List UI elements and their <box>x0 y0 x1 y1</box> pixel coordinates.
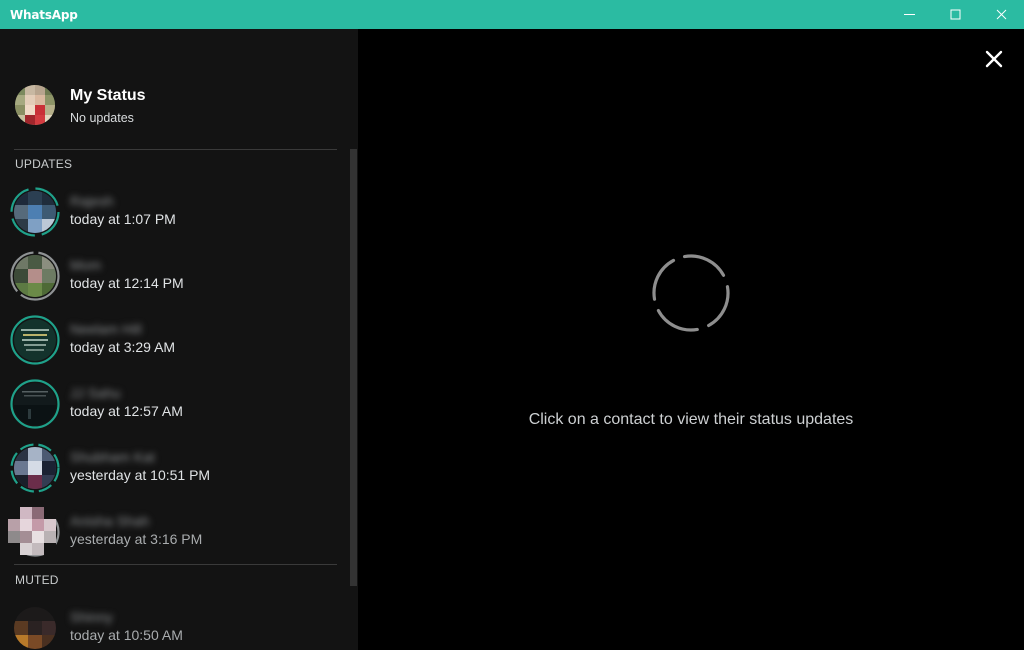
close-window-button[interactable] <box>978 0 1024 29</box>
contact-avatar <box>14 319 56 361</box>
status-time: today at 12:57 AM <box>70 403 183 419</box>
contact-avatar <box>14 447 56 489</box>
loading-spinner-icon <box>652 254 730 332</box>
contact-avatar <box>8 507 56 555</box>
contact-avatar <box>14 607 56 649</box>
contact-avatar <box>14 191 56 233</box>
sidebar-scrollbar[interactable] <box>350 149 357 586</box>
divider <box>14 564 337 565</box>
contact-name: Mom <box>70 257 102 273</box>
minimize-button[interactable] <box>886 0 932 29</box>
status-item-0[interactable]: Rajesh today at 1:07 PM <box>0 183 345 247</box>
status-time: yesterday at 10:51 PM <box>70 467 211 483</box>
status-viewer-pane: Click on a contact to view their status … <box>358 29 1024 650</box>
title-bar: WhatsApp <box>0 0 1024 29</box>
muted-status-item-0[interactable]: Shinny today at 10:50 AM <box>0 599 345 650</box>
maximize-icon <box>950 9 960 20</box>
close-icon[interactable] <box>984 49 1004 69</box>
contact-name: Shinny <box>70 609 113 625</box>
divider <box>14 149 337 150</box>
status-time: today at 3:29 AM <box>70 339 176 355</box>
empty-state-hint: Click on a contact to view their status … <box>528 411 854 428</box>
contact-avatar <box>14 383 56 425</box>
section-label-updates: UPDATES <box>15 157 73 171</box>
status-item-2[interactable]: Neelam Hill today at 3:29 AM <box>0 311 345 375</box>
status-item-5[interactable]: Anisha Shah yesterday at 3:16 PM <box>0 503 345 567</box>
my-status-subtitle: No updates <box>70 111 134 125</box>
status-time: today at 1:07 PM <box>70 211 176 227</box>
contact-name: Rajesh <box>70 193 114 209</box>
contact-name: JJ Sahu <box>70 385 121 401</box>
maximize-button[interactable] <box>932 0 978 29</box>
contact-name: Shubham Kat <box>70 449 155 465</box>
my-status-title: My Status <box>70 87 146 104</box>
minimize-icon <box>903 14 915 15</box>
status-time: yesterday at 3:16 PM <box>70 531 203 547</box>
my-status-avatar <box>15 85 55 125</box>
status-item-4[interactable]: Shubham Kat yesterday at 10:51 PM <box>0 439 345 503</box>
contact-name: Anisha Shah <box>70 513 150 529</box>
my-status[interactable]: My Status No updates <box>0 29 358 149</box>
status-time: today at 12:14 PM <box>70 275 184 291</box>
close-icon <box>996 9 1006 20</box>
status-item-1[interactable]: Mom today at 12:14 PM <box>0 247 345 311</box>
status-sidebar: My Status No updates UPDATES Rajesh toda… <box>0 29 358 650</box>
window-controls <box>886 0 1024 29</box>
status-item-3[interactable]: JJ Sahu today at 12:57 AM <box>0 375 345 439</box>
contact-avatar <box>14 255 56 297</box>
status-time: today at 10:50 AM <box>70 627 183 643</box>
contact-name: Neelam Hill <box>70 321 142 337</box>
section-label-muted: MUTED <box>15 573 59 587</box>
app-title: WhatsApp <box>10 7 78 22</box>
